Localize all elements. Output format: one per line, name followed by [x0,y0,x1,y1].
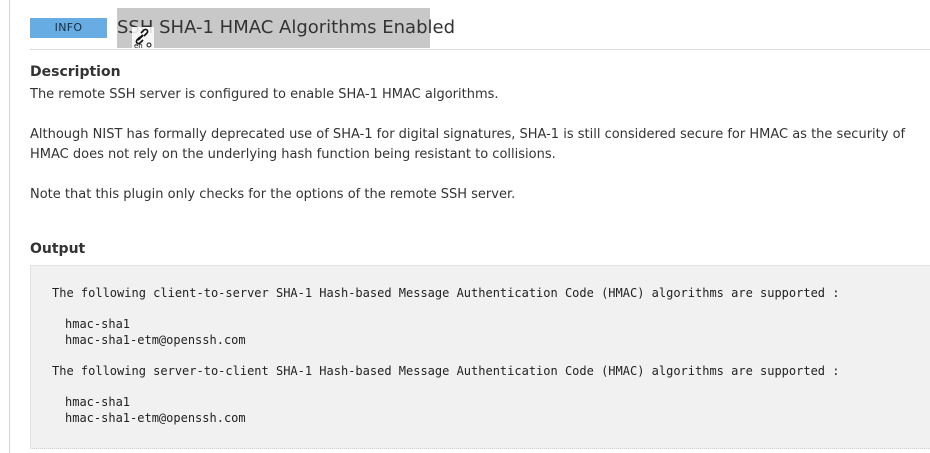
output-algorithm-item: hmac-sha1-etm@openssh.com [65,411,246,425]
left-divider [9,0,10,453]
svg-text:en: en [134,42,143,49]
description-paragraph-1: The remote SSH server is configured to e… [30,87,499,102]
severity-badge: INFO [30,18,107,38]
description-paragraph-3: Note that this plugin only checks for th… [30,187,516,202]
output-intro-server-to-client: The following server-to-client SHA-1 Has… [52,364,840,378]
plugin-title[interactable]: SSH SHA-1 HMAC Algorithms Enabled [117,16,455,40]
description-paragraph-2: Although NIST has formally deprecated us… [30,127,906,162]
plugin-detail-page: INFO SSH SHA-1 HMAC Algorithms Enabled e… [0,0,930,453]
output-algorithm-item: hmac-sha1 [65,395,131,409]
output-intro-client-to-server: The following client-to-server SHA-1 Has… [52,286,840,300]
output-heading: Output [30,241,86,257]
output-algorithm-item: hmac-sha1-etm@openssh.com [65,333,246,347]
plugin-title-highlight[interactable]: SSH SHA-1 HMAC Algorithms Enabled en [117,8,455,49]
plugin-header: INFO SSH SHA-1 HMAC Algorithms Enabled e… [30,8,930,50]
description-heading: Description [30,64,121,80]
link-select-cursor-icon: en [132,27,154,49]
output-algorithm-item: hmac-sha1 [65,317,131,331]
plugin-output-box: The following client-to-server SHA-1 Has… [30,265,930,449]
